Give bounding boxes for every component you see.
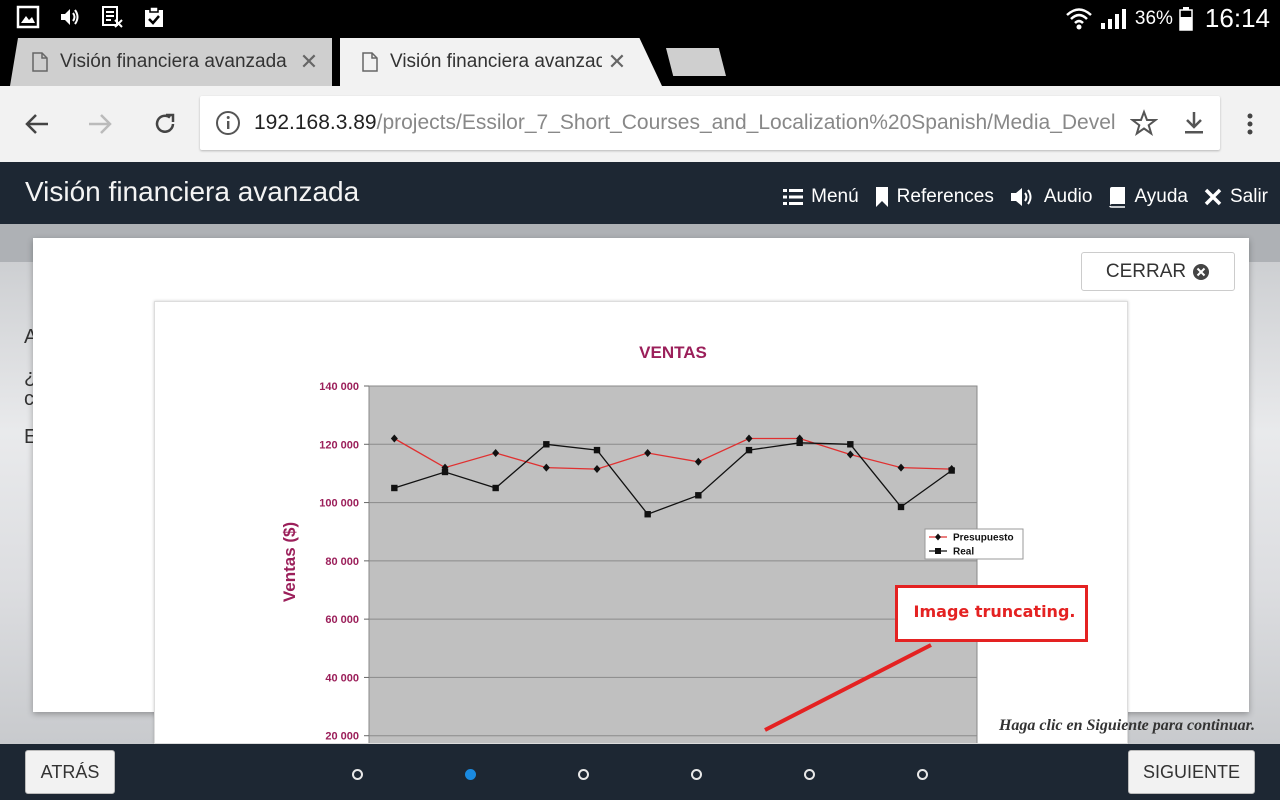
annotation-box: Image truncating. (895, 585, 1088, 642)
screenshot-icon (16, 5, 40, 29)
tab-title: Visión financiera avanzada (390, 51, 602, 72)
help-button[interactable]: Ayuda (1108, 186, 1188, 208)
url-host: 192.168.3.89 (254, 111, 377, 134)
data-point (441, 468, 449, 476)
y-tick-label: 80 000 (325, 556, 359, 568)
clipboard-check-icon (145, 6, 163, 27)
browser-tab-strip: Visión financiera avanzada ✕ Visión fina… (0, 34, 1280, 86)
legend-label: Real (953, 547, 974, 558)
battery-percent: 36% (1134, 7, 1173, 29)
close-button[interactable]: CERRAR (1081, 252, 1235, 291)
status-bar: 36% 16:14 (0, 0, 1280, 34)
reload-icon[interactable] (149, 108, 181, 140)
document-icon (32, 52, 48, 72)
close-label: CERRAR (1105, 260, 1187, 282)
legend-marker (935, 548, 941, 554)
legend-label: Presupuesto (953, 533, 1014, 544)
browser-tab-2[interactable]: Visión financiera avanzada ✕ (340, 38, 662, 86)
notification-icon (102, 6, 123, 28)
data-point (897, 503, 905, 511)
course-nav: Menú References Audio Ayuda Salir (783, 186, 1268, 208)
plot-area (368, 385, 978, 743)
clock: 16:14 (1204, 3, 1270, 33)
page-dot[interactable] (804, 769, 815, 780)
menu-button[interactable]: Menú (783, 186, 859, 208)
exit-button[interactable]: Salir (1204, 186, 1268, 208)
close-x-icon (1204, 188, 1222, 206)
signal-icon (1100, 8, 1126, 29)
data-point (543, 441, 550, 448)
star-bookmark-icon[interactable] (1130, 109, 1158, 137)
y-tick-label: 40 000 (325, 672, 359, 684)
forward-arrow-icon[interactable] (84, 108, 116, 140)
bookmark-icon (875, 187, 888, 207)
close-tab-icon[interactable]: ✕ (294, 49, 324, 75)
chart-title: VENTAS (639, 343, 707, 362)
url-text[interactable]: 192.168.3.89/projects/Essilor_7_Short_Co… (254, 111, 1118, 135)
battery-icon (1179, 6, 1193, 31)
new-tab-button[interactable] (666, 48, 726, 76)
continue-hint: Haga clic en Siguiente para continuar. (998, 717, 1255, 734)
browser-tab-1[interactable]: Visión financiera avanzada ✕ (10, 38, 332, 86)
help-label: Ayuda (1134, 186, 1188, 207)
volume-icon (61, 9, 79, 25)
y-axis-label: Ventas ($) (280, 522, 299, 602)
more-menu-icon[interactable] (1238, 108, 1262, 140)
page-dot[interactable] (352, 769, 363, 780)
course-title: Visión financiera avanzada (25, 176, 360, 207)
download-icon[interactable] (1180, 109, 1208, 137)
data-point (796, 439, 803, 447)
course-footer: ATRÁS SIGUIENTE (0, 744, 1280, 800)
course-header: Visión financiera avanzada Menú Referenc… (0, 162, 1280, 224)
info-icon[interactable] (214, 109, 242, 137)
close-tab-icon[interactable]: ✕ (602, 49, 632, 75)
exit-label: Salir (1229, 186, 1268, 207)
data-point (847, 441, 854, 448)
address-bar[interactable]: 192.168.3.89/projects/Essilor_7_Short_Co… (200, 96, 1220, 150)
chart-image: VENTAS020 00040 00060 00080 000100 00012… (154, 301, 1128, 744)
references-label: References (896, 186, 994, 207)
references-button[interactable]: References (875, 186, 994, 208)
y-tick-label: 20 000 (325, 731, 359, 743)
audio-button[interactable]: Audio (1010, 186, 1093, 208)
data-point (391, 484, 398, 492)
y-tick-label: 140 000 (319, 381, 359, 393)
annotation-text: Image truncating. (913, 602, 1076, 621)
page-dot[interactable] (917, 769, 928, 780)
audio-label: Audio (1043, 186, 1093, 207)
page-dot[interactable] (691, 769, 702, 780)
url-path: /projects/Essilor_7_Short_Courses_and_Lo… (376, 111, 1116, 134)
data-point (644, 511, 651, 518)
book-icon (1109, 187, 1126, 208)
next-button[interactable]: SIGUIENTE (1128, 750, 1255, 794)
speaker-icon (1010, 188, 1032, 206)
y-tick-label: 120 000 (319, 439, 359, 451)
data-point (593, 446, 601, 454)
close-circle-icon (1193, 263, 1210, 280)
back-arrow-icon[interactable] (21, 108, 53, 140)
data-point (695, 492, 702, 499)
menu-label: Menú (811, 186, 859, 207)
page-dot[interactable] (578, 769, 589, 780)
y-tick-label: 60 000 (325, 614, 359, 626)
page-dot[interactable] (465, 769, 476, 780)
browser-toolbar: 192.168.3.89/projects/Essilor_7_Short_Co… (0, 86, 1280, 162)
back-button[interactable]: ATRÁS (25, 750, 115, 794)
tab-title: Visión financiera avanzada (60, 51, 287, 72)
data-point (492, 484, 499, 492)
wifi-icon (1066, 7, 1092, 29)
sales-chart: VENTAS020 00040 00060 00080 000100 00012… (280, 343, 1024, 743)
document-icon (362, 52, 378, 72)
data-point (745, 446, 753, 454)
list-icon (783, 189, 804, 205)
data-point (948, 467, 955, 474)
y-tick-label: 100 000 (319, 498, 359, 510)
